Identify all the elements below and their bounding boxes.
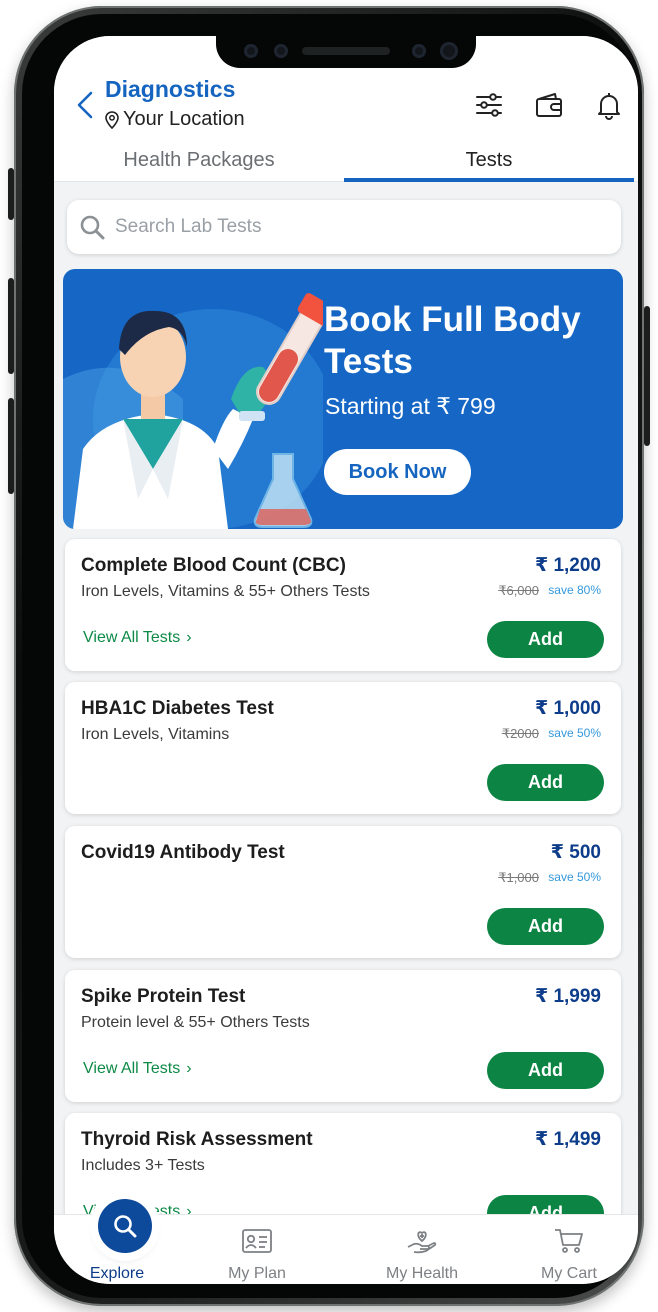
banner-subtitle: Starting at ₹ 799 bbox=[325, 393, 496, 419]
wallet-icon[interactable] bbox=[534, 90, 564, 120]
front-camera-icon bbox=[440, 42, 458, 60]
id-card-icon bbox=[242, 1229, 272, 1253]
test-description: Includes 3+ Tests bbox=[81, 1157, 205, 1174]
search-bar[interactable] bbox=[67, 200, 621, 254]
notch bbox=[216, 36, 476, 68]
sensor-icon bbox=[274, 44, 288, 58]
doctor-illustration bbox=[63, 293, 323, 529]
filter-icon[interactable] bbox=[474, 90, 504, 120]
cart-icon bbox=[555, 1229, 583, 1253]
discount-label: save 50% bbox=[548, 870, 601, 884]
test-name: Thyroid Risk Assessment bbox=[81, 1129, 313, 1150]
test-price: ₹ 500 bbox=[550, 842, 601, 863]
location-label: Your Location bbox=[123, 108, 245, 130]
view-all-tests-link[interactable]: View All Tests › bbox=[83, 629, 192, 647]
discount-label: save 50% bbox=[548, 726, 601, 740]
search-icon bbox=[80, 215, 105, 240]
view-all-tests-link[interactable]: View All Tests › bbox=[83, 1060, 192, 1078]
nav-my-plan[interactable]: My Plan bbox=[202, 1215, 312, 1284]
nav-label: My Cart bbox=[541, 1265, 597, 1282]
book-now-button[interactable]: Book Now bbox=[324, 449, 471, 495]
bottom-navigation: Explore My Plan My Health My Cart bbox=[54, 1199, 638, 1284]
original-price: ₹6,000 bbox=[498, 583, 539, 598]
tab-tests[interactable]: Tests bbox=[344, 140, 634, 182]
nav-explore[interactable]: Explore bbox=[62, 1199, 172, 1284]
add-button[interactable]: Add bbox=[487, 764, 604, 801]
chevron-right-icon: › bbox=[186, 629, 192, 646]
test-card[interactable]: Spike Protein Test Protein level & 55+ O… bbox=[65, 970, 621, 1102]
test-name: HBA1C Diabetes Test bbox=[81, 698, 274, 719]
promo-banner[interactable]: Book Full Body Tests Starting at ₹ 799 B… bbox=[63, 269, 623, 529]
nav-label: Explore bbox=[89, 1265, 145, 1282]
app-screen: Diagnostics Your Location Health Package… bbox=[54, 36, 638, 1284]
heart-hand-icon bbox=[407, 1231, 437, 1254]
nav-label: My Health bbox=[385, 1265, 459, 1282]
banner-title: Book Full Body Tests bbox=[324, 300, 581, 381]
back-arrow-icon[interactable] bbox=[74, 90, 96, 120]
power-button bbox=[644, 306, 650, 446]
test-price: ₹ 1,200 bbox=[534, 555, 601, 576]
test-name: Covid19 Antibody Test bbox=[81, 842, 285, 863]
view-all-label: View All Tests bbox=[83, 629, 181, 646]
original-price: ₹2000 bbox=[501, 726, 539, 741]
search-input[interactable] bbox=[115, 216, 555, 238]
search-icon bbox=[114, 1215, 137, 1238]
tab-bar: Health Packages Tests bbox=[54, 140, 638, 182]
test-name: Complete Blood Count (CBC) bbox=[81, 555, 346, 576]
explore-button[interactable] bbox=[98, 1199, 152, 1253]
test-description: Protein level & 55+ Others Tests bbox=[81, 1014, 310, 1031]
original-price: ₹1,000 bbox=[498, 870, 539, 885]
nav-my-health[interactable]: My Health bbox=[367, 1215, 477, 1284]
view-all-label: View All Tests bbox=[83, 1060, 181, 1077]
test-name: Spike Protein Test bbox=[81, 986, 246, 1007]
mute-switch bbox=[8, 168, 14, 220]
notification-bell-icon[interactable] bbox=[594, 90, 624, 120]
add-button[interactable]: Add bbox=[487, 1052, 604, 1089]
test-card[interactable]: Complete Blood Count (CBC) Iron Levels, … bbox=[65, 539, 621, 671]
location-selector[interactable]: Your Location bbox=[105, 108, 245, 131]
sensor-icon bbox=[412, 44, 426, 58]
volume-down-button bbox=[8, 398, 14, 494]
speaker-grille bbox=[302, 47, 390, 55]
discount-label: save 80% bbox=[548, 583, 601, 597]
test-card[interactable]: HBA1C Diabetes Test Iron Levels, Vitamin… bbox=[65, 682, 621, 814]
chevron-right-icon: › bbox=[186, 1060, 192, 1077]
test-description: Iron Levels, Vitamins bbox=[81, 726, 230, 743]
test-price: ₹ 1,499 bbox=[534, 1129, 601, 1150]
test-price: ₹ 1,000 bbox=[534, 698, 601, 719]
sensor-icon bbox=[244, 44, 258, 58]
test-card[interactable]: Covid19 Antibody Test ₹ 500 ₹1,000 save … bbox=[65, 826, 621, 958]
location-pin-icon bbox=[105, 110, 119, 129]
page-title: Diagnostics bbox=[105, 76, 236, 102]
nav-my-cart[interactable]: My Cart bbox=[514, 1215, 624, 1284]
phone-frame: Diagnostics Your Location Health Package… bbox=[8, 6, 650, 1306]
test-description: Iron Levels, Vitamins & 55+ Others Tests bbox=[81, 583, 370, 600]
volume-up-button bbox=[8, 278, 14, 374]
tab-health-packages[interactable]: Health Packages bbox=[54, 140, 344, 182]
add-button[interactable]: Add bbox=[487, 908, 604, 945]
add-button[interactable]: Add bbox=[487, 621, 604, 658]
nav-label: My Plan bbox=[228, 1265, 286, 1282]
test-price: ₹ 1,999 bbox=[534, 986, 601, 1007]
